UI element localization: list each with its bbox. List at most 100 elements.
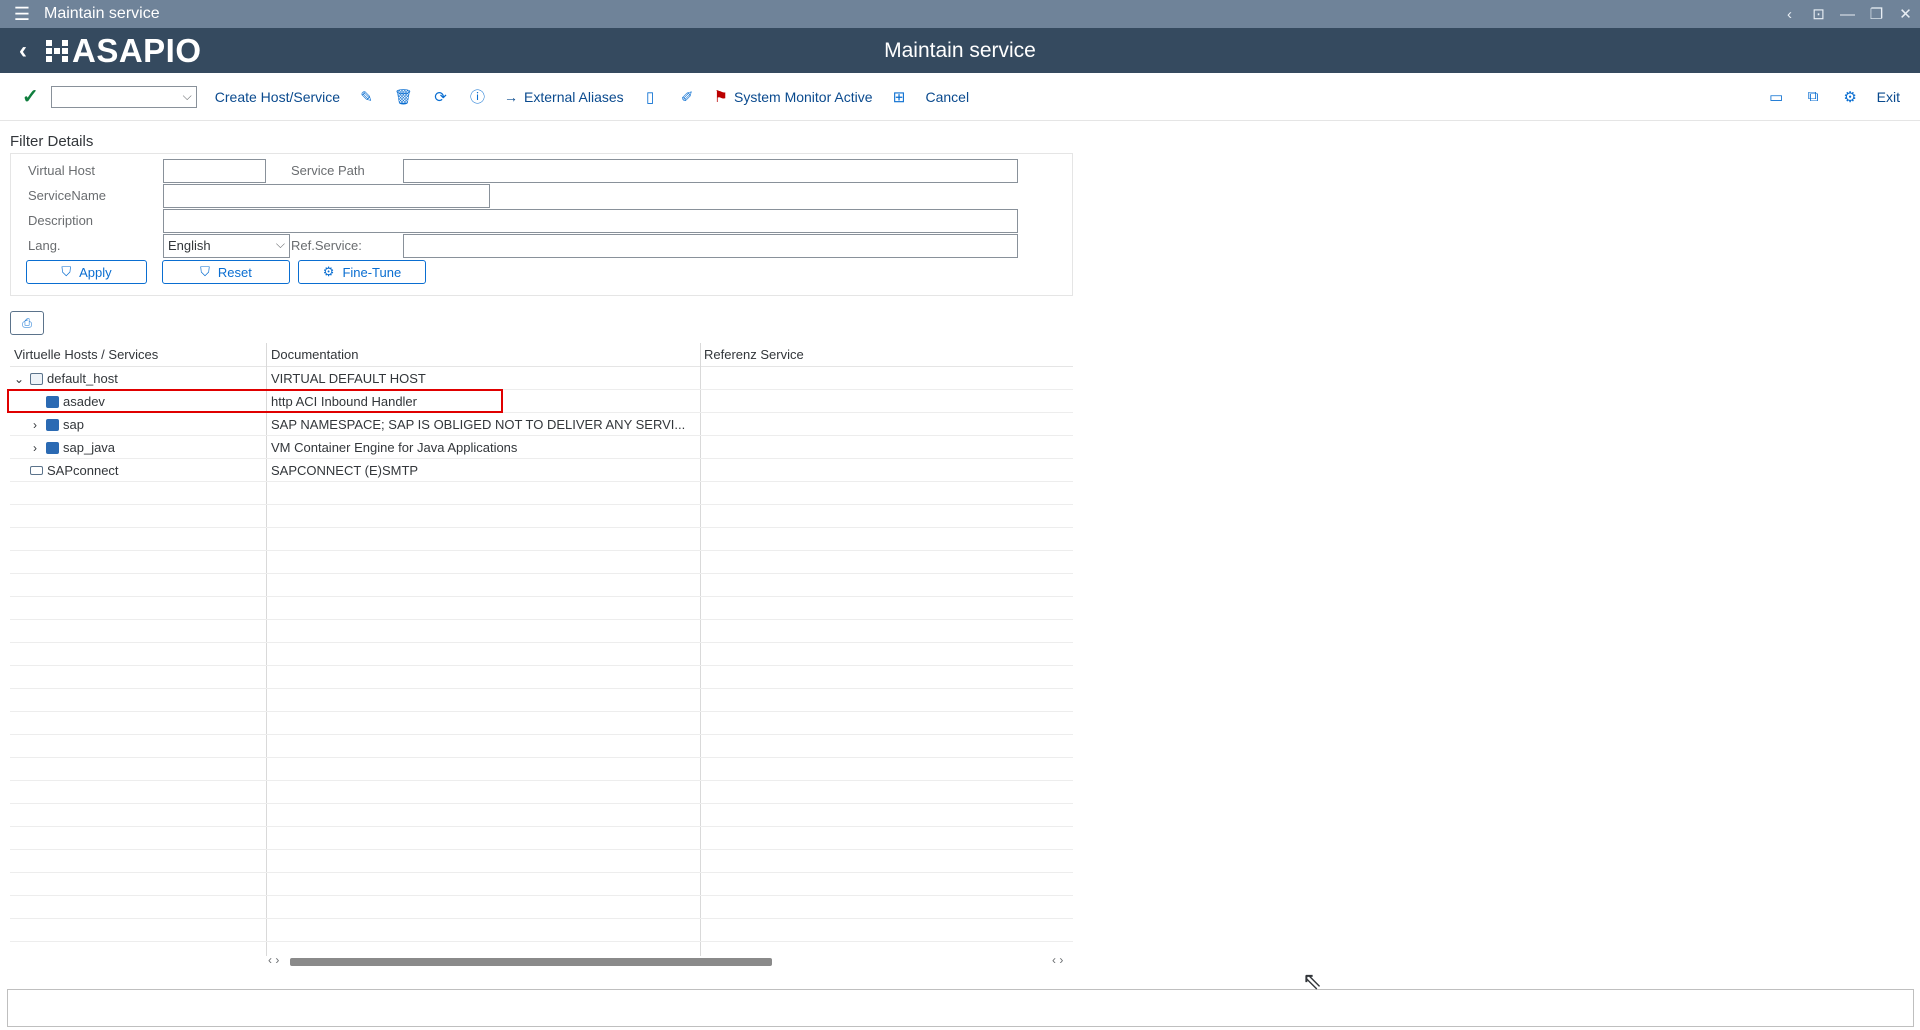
refresh-icon[interactable]: ⟳ — [422, 81, 459, 113]
document-icon[interactable]: ▯ — [632, 81, 669, 113]
window-layout-icon[interactable]: ▭ — [1758, 81, 1795, 113]
close-icon[interactable]: ✕ — [1891, 5, 1920, 23]
maximize-icon[interactable]: ❐ — [1862, 5, 1891, 23]
logo-text: ASAPIO — [72, 31, 202, 69]
window-title: Maintain service — [44, 5, 160, 22]
column-header-ref-service[interactable]: Referenz Service — [704, 347, 804, 362]
lang-label: Lang. — [28, 238, 61, 253]
system-monitor-button[interactable]: ⚑ System Monitor Active — [706, 81, 881, 113]
tree-row[interactable]: ⌄ default_host VIRTUAL DEFAULT HOST — [10, 367, 1073, 390]
cancel-button[interactable]: Cancel — [918, 81, 978, 113]
service-name-label: ServiceName — [28, 188, 107, 203]
row-doc: SAPCONNECT (E)SMTP — [271, 463, 419, 478]
print-icon: ⎙ — [22, 315, 32, 330]
command-field-dropdown[interactable]: ⌵ — [50, 85, 197, 108]
service-name-input[interactable] — [163, 184, 490, 208]
empty-row — [10, 620, 1073, 643]
back-button[interactable]: ‹ — [0, 37, 46, 65]
fine-tune-icon: ⚙ — [322, 264, 335, 279]
shell-header: ‹ ASAPIO Maintain service — [0, 28, 1920, 73]
tree-row[interactable]: SAPconnect SAPCONNECT (E)SMTP — [10, 459, 1073, 482]
hamburger-menu-icon[interactable]: ☰ — [0, 4, 44, 25]
column-header-documentation[interactable]: Documentation — [271, 347, 358, 362]
grid-header: Virtuelle Hosts / Services Documentation… — [10, 343, 1073, 367]
empty-row — [10, 873, 1073, 896]
empty-row — [10, 712, 1073, 735]
create-host-service-button[interactable]: Create Host/Service — [207, 81, 348, 113]
expand-chevron-icon[interactable]: › — [28, 441, 42, 455]
empty-row — [10, 505, 1073, 528]
print-button[interactable]: ⎙ — [10, 311, 44, 335]
application-toolbar: ✓ ⌵ Create Host/Service ✎ 🗑 ⟳ ⓘ → Extern… — [0, 73, 1920, 121]
service-path-input[interactable] — [403, 159, 1018, 183]
tree-row[interactable]: › sap_java VM Container Engine for Java … — [10, 436, 1073, 459]
scroll-left-right-icon[interactable]: ‹ › — [268, 953, 279, 967]
reset-button[interactable]: ⛉ Reset — [162, 260, 290, 284]
row-name: sap — [63, 417, 84, 432]
empty-row — [10, 850, 1073, 873]
filter-icon: ⛉ — [61, 264, 72, 279]
ref-service-label: Ref.Service: — [291, 238, 362, 253]
service-icon — [46, 418, 59, 431]
flag-icon: ⚑ — [713, 88, 728, 106]
external-aliases-button[interactable]: → External Aliases — [496, 81, 632, 113]
tree-row[interactable]: › sap SAP NAMESPACE; SAP IS OBLIGED NOT … — [10, 413, 1073, 436]
description-input[interactable] — [163, 209, 1018, 233]
empty-row — [10, 919, 1073, 942]
exit-button[interactable]: Exit — [1869, 81, 1908, 113]
chevron-down-icon: ⌵ — [275, 237, 285, 251]
language-select[interactable]: English ⌵ — [163, 234, 290, 258]
horizontal-scrollbar[interactable]: ‹ › ‹ › — [10, 953, 1073, 970]
window-title-bar: ☰ Maintain service ‹ ⊡ — ❐ ✕ — [0, 0, 1920, 28]
fine-tune-button[interactable]: ⚙ Fine-Tune — [298, 260, 426, 284]
unlock-icon[interactable]: ⊡ — [1804, 5, 1833, 23]
empty-row — [10, 804, 1073, 827]
new-window-icon[interactable]: ⧉ — [1795, 81, 1832, 113]
mouse-cursor-icon: ⇖ — [1302, 968, 1323, 995]
language-value: English — [168, 238, 211, 253]
minimize-icon[interactable]: — — [1833, 6, 1862, 23]
row-doc: SAP NAMESPACE; SAP IS OBLIGED NOT TO DEL… — [271, 417, 686, 432]
column-header-hosts[interactable]: Virtuelle Hosts / Services — [14, 347, 158, 362]
wrench-icon[interactable]: ✐ — [669, 81, 706, 113]
collapse-chevron-icon[interactable]: ⌄ — [12, 372, 26, 386]
delete-icon[interactable]: 🗑 — [385, 81, 422, 113]
empty-row — [10, 758, 1073, 781]
row-name: sap_java — [63, 440, 116, 455]
clear-filter-icon: ⛉ — [200, 264, 210, 279]
scrollbar-thumb[interactable] — [290, 958, 772, 966]
navigate-back-icon[interactable]: ‹ — [1775, 6, 1804, 23]
row-name: default_host — [47, 371, 118, 386]
service-path-label: Service Path — [291, 163, 365, 178]
virtual-host-icon — [30, 372, 43, 385]
fine-tune-label: Fine-Tune — [342, 264, 402, 280]
company-logo: ASAPIO — [46, 32, 202, 70]
expand-chevron-icon[interactable]: › — [28, 418, 42, 432]
empty-row — [10, 597, 1073, 620]
reset-label: Reset — [217, 264, 252, 280]
info-icon[interactable]: ⓘ — [459, 81, 496, 113]
confirm-check-icon[interactable]: ✓ — [0, 81, 51, 113]
app-title: Maintain service — [884, 38, 1036, 62]
arrow-right-icon: → — [504, 88, 519, 105]
empty-row — [10, 551, 1073, 574]
apply-label: Apply — [79, 264, 112, 280]
service-icon — [46, 441, 59, 454]
description-label: Description — [28, 213, 94, 228]
status-bar — [7, 989, 1914, 1027]
ref-service-input[interactable] — [403, 234, 1018, 258]
scroll-left-right-icon[interactable]: ‹ › — [1052, 953, 1063, 967]
edit-icon[interactable]: ✎ — [348, 81, 385, 113]
empty-row — [10, 482, 1073, 505]
empty-row — [10, 689, 1073, 712]
hierarchy-icon[interactable]: ⊞ — [881, 81, 918, 113]
selected-row-highlight — [7, 389, 503, 413]
external-aliases-label: External Aliases — [524, 88, 624, 105]
apply-button[interactable]: ⛉ Apply — [26, 260, 147, 284]
empty-row — [10, 735, 1073, 758]
row-doc: VM Container Engine for Java Application… — [271, 440, 518, 455]
settings-icon[interactable]: ⚙ — [1832, 81, 1869, 113]
virtual-host-input[interactable] — [163, 159, 266, 183]
services-tree-grid: Virtuelle Hosts / Services Documentation… — [10, 343, 1073, 956]
row-name: SAPconnect — [47, 463, 119, 478]
